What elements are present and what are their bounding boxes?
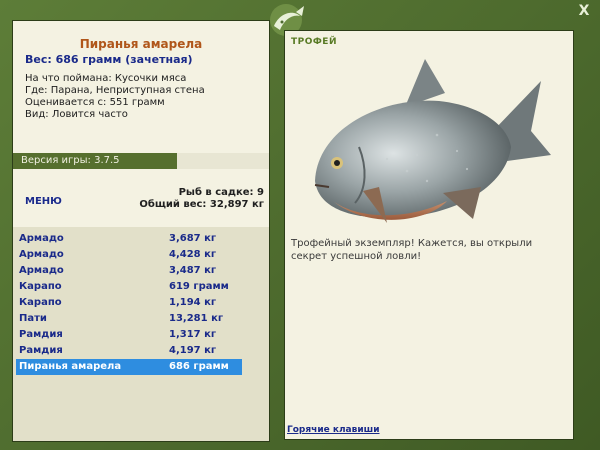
close-button[interactable]: X xyxy=(576,3,592,19)
list-item[interactable]: Карапо 619 грамм xyxy=(16,279,242,295)
list-item-name: Рамдия xyxy=(19,329,63,340)
cage-count: Рыб в садке: 9 xyxy=(178,187,264,198)
list-item[interactable]: Рамдия 1,317 кг xyxy=(16,327,242,343)
list-item-weight: 13,281 кг xyxy=(169,313,224,324)
list-item[interactable]: Пати 13,281 кг xyxy=(16,311,242,327)
list-item-weight: 4,197 кг xyxy=(169,345,217,356)
list-item-weight: 619 грамм xyxy=(169,281,229,292)
fish-title: Пиранья амарела xyxy=(79,37,203,51)
fish-location: Где: Парана, Неприступная стена xyxy=(25,85,205,96)
list-item-weight: 3,487 кг xyxy=(169,265,217,276)
list-item[interactable]: Карапо 1,194 кг xyxy=(16,295,242,311)
list-item-weight: 3,687 кг xyxy=(169,233,217,244)
trophy-panel: ТРОФЕЙ Трофейный экземпляр! Кажется, вы … xyxy=(284,30,574,440)
game-version: Версия игры: 3.7.5 xyxy=(13,153,177,169)
fish-weight: Вес: 686 грамм (зачетная) xyxy=(25,53,193,66)
list-item[interactable]: Рамдия 4,197 кг xyxy=(16,343,242,359)
list-item[interactable]: Армадо 3,687 кг xyxy=(16,231,242,247)
list-item-weight: 1,317 кг xyxy=(169,329,217,340)
piranha-image xyxy=(314,59,551,223)
fish-rated-from: Оценивается с: 551 грамм xyxy=(25,97,165,108)
list-item[interactable]: Армадо 4,428 кг xyxy=(16,247,242,263)
hotkeys-link[interactable]: Горячие клавиши xyxy=(287,425,380,435)
fish-list: Армадо 3,687 кг Армадо 4,428 кг Армадо 3… xyxy=(13,227,269,441)
list-item-name: Карапо xyxy=(19,281,62,292)
list-item-weight: 4,428 кг xyxy=(169,249,217,260)
catch-panel: Пиранья амарела Вес: 686 грамм (зачетная… xyxy=(12,20,270,442)
list-item-weight: 686 грамм xyxy=(169,361,229,372)
list-item-name: Армадо xyxy=(19,249,64,260)
menu-button[interactable]: МЕНЮ xyxy=(25,196,62,207)
list-item-name: Пати xyxy=(19,313,47,324)
cage-total-weight: Общий вес: 32,897 кг xyxy=(139,199,264,210)
list-item-name: Рамдия xyxy=(19,345,63,356)
list-item-name: Армадо xyxy=(19,233,64,244)
list-item-name: Пиранья амарела xyxy=(19,361,122,372)
fish-info-box: Пиранья амарела Вес: 686 грамм (зачетная… xyxy=(13,21,269,153)
list-item-name: Армадо xyxy=(19,265,64,276)
trophy-message: Трофейный экземпляр! Кажется, вы открыли… xyxy=(291,238,533,262)
window-frame: X Пиранья амарела Вес: 686 грамм (зачетн… xyxy=(0,0,600,450)
list-item-selected[interactable]: Пиранья амарела 686 грамм xyxy=(16,359,242,375)
list-item-name: Карапо xyxy=(19,297,62,308)
list-item[interactable]: Армадо 3,487 кг xyxy=(16,263,242,279)
fish-kind: Вид: Ловится часто xyxy=(25,109,128,120)
list-item-weight: 1,194 кг xyxy=(169,297,217,308)
trophy-label: ТРОФЕЙ xyxy=(291,37,337,47)
fish-bait: На что поймана: Кусочки мяса xyxy=(25,73,187,84)
